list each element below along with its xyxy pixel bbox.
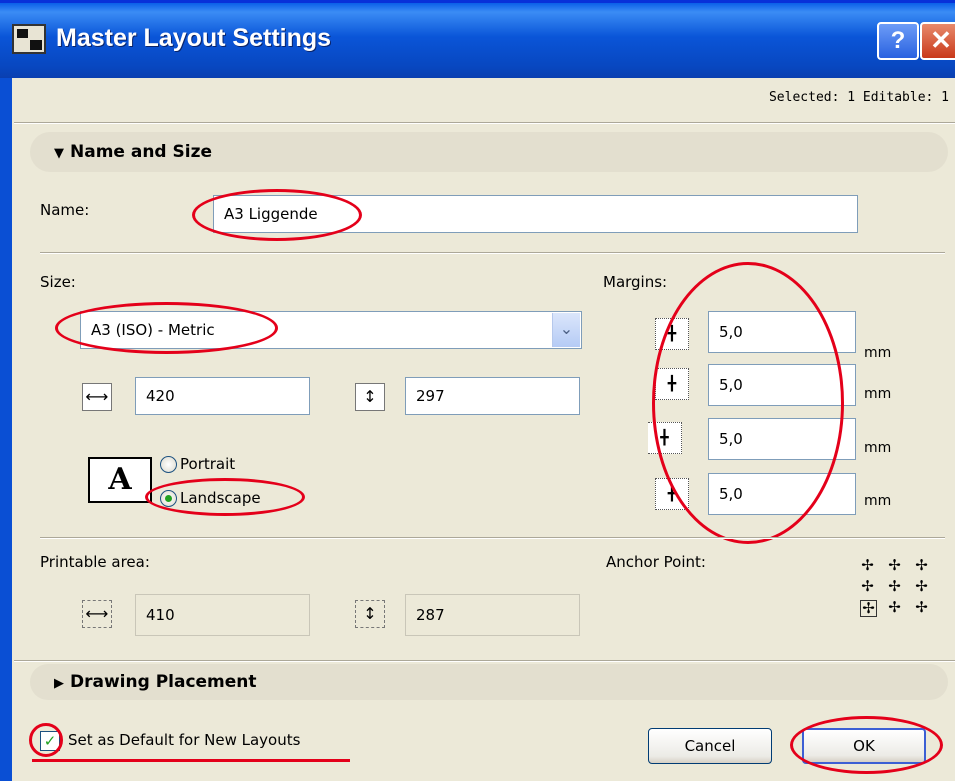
size-select-value: A3 (ISO) - Metric [91,321,215,339]
portrait-radio[interactable] [160,456,177,473]
checkbox-underline [32,759,350,762]
margin-top-input[interactable]: 5,0 [708,311,856,353]
collapse-triangle-icon: ▼ [54,146,64,161]
anchor-middle-left-icon[interactable]: ✢ [860,579,875,594]
app-icon [12,24,46,54]
anchor-middle-center-icon[interactable]: ✢ [887,579,902,594]
printable-width-icon: ⟷ [82,600,112,628]
anchor-bottom-right-icon[interactable]: ✢ [914,600,929,615]
name-input[interactable]: A3 Liggende [213,195,858,233]
margin-top-unit: mm [864,345,892,361]
height-icon: ↕ [355,383,385,411]
anchor-middle-right-icon[interactable]: ✢ [914,579,929,594]
margin-bottom-unit: mm [864,386,892,402]
size-divider [40,537,945,539]
margin-right-icon: ╋ [655,478,689,510]
drawing-placement-title: Drawing Placement [70,672,257,692]
anchor-bottom-center-icon[interactable]: ✢ [887,600,902,615]
anchor-top-center-icon[interactable]: ✢ [887,558,902,573]
printable-area-label: Printable area: [40,553,150,571]
name-divider [40,252,945,254]
placement-top-divider [14,660,955,662]
dropdown-arrow-icon[interactable]: ⌄ [552,313,580,347]
size-label: Size: [40,273,76,291]
margin-left-input[interactable]: 5,0 [708,418,856,460]
width-icon: ⟷ [82,383,112,411]
anchor-point-label: Anchor Point: [606,553,706,571]
drawing-placement-header[interactable]: ▶ Drawing Placement [30,664,948,700]
close-button[interactable]: ✕ [920,22,955,60]
window-frame-left [0,78,12,781]
default-checkbox[interactable]: ✓ [40,731,60,751]
printable-height-icon: ↕ [355,600,385,628]
name-label: Name: [40,201,90,219]
margin-left-icon: ╋ [648,422,682,454]
default-checkbox-label[interactable]: Set as Default for New Layouts [68,731,300,749]
printable-width-value: 410 [135,594,310,636]
cancel-button[interactable]: Cancel [648,728,772,764]
landscape-label[interactable]: Landscape [180,489,261,507]
margin-left-unit: mm [864,440,892,456]
margin-right-input[interactable]: 5,0 [708,473,856,515]
width-input[interactable]: 420 [135,377,310,415]
window-title: Master Layout Settings [56,24,332,52]
printable-height-value: 287 [405,594,580,636]
anchor-bottom-left-icon[interactable]: ✢ [860,600,877,617]
size-select[interactable]: A3 (ISO) - Metric ⌄ [80,311,582,349]
name-and-size-title: Name and Size [70,142,213,162]
margins-label: Margins: [603,273,668,291]
anchor-point-grid[interactable]: ✢ ✢ ✢ ✢ ✢ ✢ ✢ ✢ ✢ [860,558,930,622]
name-and-size-header[interactable]: ▼ Name and Size [30,132,948,172]
margin-bottom-input[interactable]: 5,0 [708,364,856,406]
anchor-top-right-icon[interactable]: ✢ [914,558,929,573]
help-button[interactable]: ? [877,22,919,60]
expand-triangle-icon: ▶ [54,676,64,691]
landscape-radio[interactable] [160,490,177,507]
portrait-label[interactable]: Portrait [180,455,235,473]
height-input[interactable]: 297 [405,377,580,415]
margin-right-unit: mm [864,493,892,509]
anchor-top-left-icon[interactable]: ✢ [860,558,875,573]
selection-status: Selected: 1 Editable: 1 [768,90,949,105]
margin-top-icon: ╋ [655,318,689,350]
ok-button[interactable]: OK [802,728,926,764]
top-divider [14,122,955,124]
orientation-icon: A [88,457,152,503]
margin-bottom-icon: ╋ [655,368,689,400]
